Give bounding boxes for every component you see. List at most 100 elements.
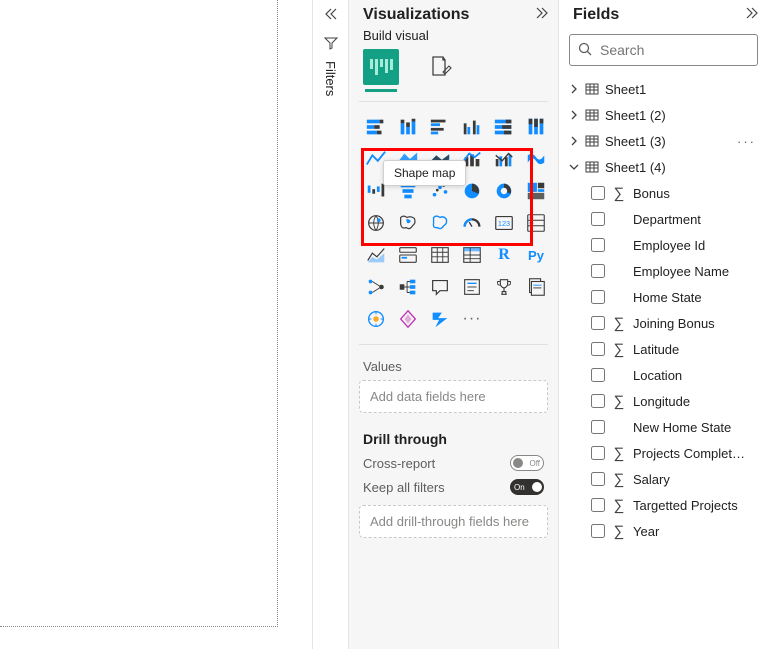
viz-power-automate[interactable] — [427, 306, 453, 332]
table-node[interactable]: Sheet1 (2) — [569, 102, 762, 128]
sigma-icon: ∑ — [613, 445, 625, 462]
table-node[interactable]: Sheet1 (4) — [569, 154, 762, 180]
field-row[interactable]: ∑Joining Bonus — [591, 310, 762, 336]
field-checkbox[interactable] — [591, 498, 605, 512]
field-checkbox[interactable] — [591, 368, 605, 382]
viz-key-influencers[interactable] — [363, 274, 389, 300]
field-row[interactable]: ∑Latitude — [591, 336, 762, 362]
visualizations-title: Visualizations — [363, 6, 469, 24]
build-visual-tab[interactable] — [363, 49, 399, 85]
viz-treemap[interactable] — [523, 178, 549, 204]
field-row[interactable]: Employee Name — [591, 258, 762, 284]
table-name: Sheet1 (3) — [605, 134, 666, 149]
field-row[interactable]: ∑Bonus — [591, 180, 762, 206]
field-row[interactable]: ∑Targetted Projects — [591, 492, 762, 518]
field-row[interactable]: Home State — [591, 284, 762, 310]
field-row[interactable]: New Home State — [591, 414, 762, 440]
viz-narrative[interactable] — [459, 274, 485, 300]
viz-py-visual[interactable]: Py — [523, 242, 549, 268]
viz-line-clustered-column[interactable] — [491, 146, 517, 172]
viz-multi-row-card[interactable] — [523, 210, 549, 236]
values-label: Values — [349, 353, 558, 378]
field-checkbox[interactable] — [591, 446, 605, 460]
fields-tree: Sheet1Sheet1 (2) Sheet1 (3) ··· Sheet1 (4) ∑… — [559, 76, 768, 544]
search-input[interactable] — [598, 41, 768, 59]
table-name: Sheet1 (4) — [605, 160, 666, 175]
viz-table[interactable] — [427, 242, 453, 268]
viz-arcgis[interactable] — [363, 306, 389, 332]
viz-paginated[interactable] — [523, 274, 549, 300]
field-name: Home State — [633, 290, 702, 305]
field-name: Longitude — [633, 394, 690, 409]
viz-100-stacked-bar[interactable] — [491, 114, 517, 140]
field-row[interactable]: Location — [591, 362, 762, 388]
viz-slicer[interactable] — [395, 242, 421, 268]
viz-filled-map[interactable] — [395, 210, 421, 236]
field-row[interactable]: Employee Id — [591, 232, 762, 258]
viz-stacked-bar[interactable] — [363, 114, 389, 140]
chevron-right-icon[interactable] — [569, 136, 579, 146]
chevron-right-icon[interactable] — [569, 84, 579, 94]
field-checkbox[interactable] — [591, 212, 605, 226]
table-node[interactable]: Sheet1 — [569, 76, 762, 102]
viz-r-visual[interactable]: R — [491, 242, 517, 268]
viz-clustered-column[interactable] — [459, 114, 485, 140]
fields-search[interactable] — [569, 34, 758, 66]
field-checkbox[interactable] — [591, 264, 605, 278]
viz-clustered-bar[interactable] — [427, 114, 453, 140]
field-name: Bonus — [633, 186, 670, 201]
viz-gauge[interactable] — [459, 210, 485, 236]
report-canvas[interactable] — [0, 0, 312, 649]
cross-report-toggle[interactable]: Off — [510, 455, 544, 471]
viz-decomposition-tree[interactable] — [395, 274, 421, 300]
field-checkbox[interactable] — [591, 394, 605, 408]
viz-shape-map[interactable] — [427, 210, 453, 236]
field-name: Latitude — [633, 342, 679, 357]
chevron-left-double-icon[interactable] — [323, 8, 339, 24]
field-checkbox[interactable] — [591, 290, 605, 304]
viz-kpi[interactable] — [363, 242, 389, 268]
table-icon — [585, 108, 599, 122]
chevron-down-icon[interactable] — [569, 162, 579, 172]
field-row[interactable]: ∑Longitude — [591, 388, 762, 414]
field-checkbox[interactable] — [591, 524, 605, 538]
field-row[interactable]: Department — [591, 206, 762, 232]
field-name: Projects Complet… — [633, 446, 745, 461]
field-name: Year — [633, 524, 659, 539]
values-field-well[interactable]: Add data fields here — [359, 380, 548, 413]
more-icon[interactable]: ··· — [737, 134, 756, 149]
chevron-right-double-icon[interactable] — [536, 6, 548, 24]
field-row[interactable]: ∑ Projects Complet… — [591, 440, 762, 466]
tooltip-text: Shape map — [394, 166, 455, 180]
field-checkbox[interactable] — [591, 420, 605, 434]
field-row[interactable]: ∑Salary — [591, 466, 762, 492]
field-checkbox[interactable] — [591, 472, 605, 486]
chevron-right-icon[interactable] — [569, 110, 579, 120]
filters-pane-collapsed: Filters — [312, 0, 348, 649]
field-checkbox[interactable] — [591, 342, 605, 356]
viz-get-more[interactable]: ··· — [459, 306, 485, 332]
fields-title: Fields — [573, 6, 619, 24]
values-placeholder: Add data fields here — [370, 389, 486, 404]
viz-qna[interactable] — [427, 274, 453, 300]
viz-goals[interactable] — [491, 274, 517, 300]
viz-card[interactable]: 123 — [491, 210, 517, 236]
field-checkbox[interactable] — [591, 238, 605, 252]
viz-map[interactable] — [363, 210, 389, 236]
viz-power-apps[interactable] — [395, 306, 421, 332]
viz-matrix[interactable] — [459, 242, 485, 268]
table-icon — [585, 134, 599, 148]
field-row[interactable]: ∑Year — [591, 518, 762, 544]
viz-stacked-column[interactable] — [395, 114, 421, 140]
viz-ribbon[interactable] — [523, 146, 549, 172]
chevron-right-double-icon[interactable] — [746, 6, 758, 24]
drill-through-field-well[interactable]: Add drill-through fields here — [359, 505, 548, 538]
keep-filters-toggle[interactable]: On — [510, 479, 544, 495]
viz-donut[interactable] — [491, 178, 517, 204]
divider — [359, 101, 548, 102]
table-node[interactable]: Sheet1 (3) ··· — [569, 128, 762, 154]
format-visual-tab[interactable] — [429, 54, 453, 81]
field-checkbox[interactable] — [591, 186, 605, 200]
field-checkbox[interactable] — [591, 316, 605, 330]
viz-100-stacked-column[interactable] — [523, 114, 549, 140]
